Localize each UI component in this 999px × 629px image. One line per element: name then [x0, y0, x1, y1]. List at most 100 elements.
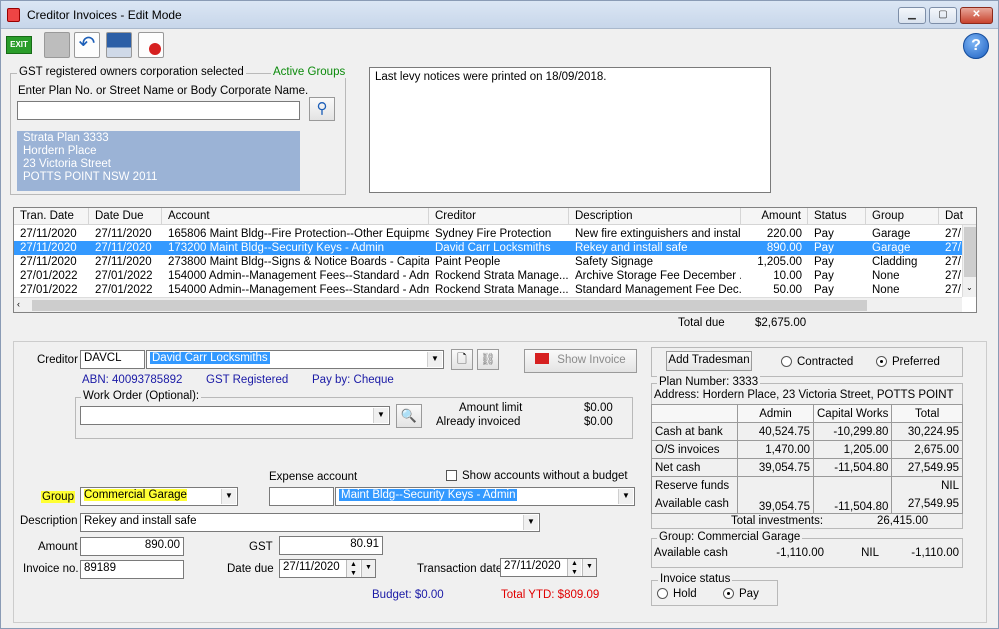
cell: Garage [872, 242, 911, 254]
scroll-thumb[interactable] [964, 227, 976, 277]
document-icon[interactable]: 🗋 [451, 349, 473, 370]
work-order-combo[interactable]: ▼ [80, 406, 390, 425]
delete-icon[interactable] [138, 32, 164, 58]
pay-by-label: Pay by: Cheque [312, 374, 394, 386]
show-invoice-button[interactable]: Show Invoice [524, 349, 637, 373]
vertical-scrollbar[interactable]: ⌄ [962, 225, 976, 297]
creditor-code-input[interactable]: DAVCL [80, 350, 145, 369]
chevron-down-icon[interactable]: ▼ [361, 560, 375, 577]
plan-address-label: Address: Hordern Place, 23 Victoria Stre… [654, 389, 954, 401]
cell: 27,549.95 [891, 458, 963, 477]
creditor-name-combo[interactable]: David Carr Locksmiths ▼ [146, 350, 444, 369]
date-due-picker[interactable]: 27/11/2020 ▲ ▼ ▼ [279, 559, 376, 578]
contracted-radio[interactable]: Contracted [781, 356, 853, 368]
cell: 27/11/2020 [20, 256, 77, 268]
chevron-down-icon[interactable]: ▼ [221, 489, 236, 504]
transaction-date-picker[interactable]: 27/11/2020 ▲ ▼ ▼ [500, 558, 597, 577]
maximize-button[interactable]: ▢ [929, 7, 957, 24]
group-value: Commercial Garage [84, 489, 187, 501]
cell: Pay [814, 256, 834, 268]
plan-search-input[interactable] [17, 101, 300, 120]
new-document-icon[interactable] [44, 32, 70, 58]
undo-icon[interactable]: ↶ [74, 32, 100, 58]
gst-legend: GST registered owners corporation select… [17, 66, 246, 78]
table-row[interactable]: 27/11/2020 27/11/2020 273800 Maint Bldg-… [14, 255, 976, 269]
cell: 27/11/2020 [95, 242, 152, 254]
cell: Pay [814, 284, 834, 296]
preferred-radio[interactable]: Preferred [876, 356, 940, 368]
col-header-description[interactable]: Description [569, 208, 741, 225]
table-row[interactable]: 27/01/2022 27/01/2022 154000 Admin--Mana… [14, 283, 976, 297]
cell: Garage [872, 228, 911, 240]
add-tradesman-button[interactable]: Add Tradesman [666, 351, 752, 371]
chevron-down-icon[interactable]: ▼ [618, 489, 633, 504]
plan-number-label: Plan Number: 3333 [657, 376, 761, 388]
col-header-group[interactable]: Group [866, 208, 939, 225]
description-combo[interactable]: Rekey and install safe ▼ [80, 513, 540, 532]
chevron-down-icon[interactable]: ▼ [427, 352, 442, 367]
cell: 1,205.00 [757, 256, 802, 268]
radio-icon[interactable] [781, 356, 792, 367]
cell: David Carr Locksmiths [435, 242, 551, 254]
chevron-down-icon[interactable]: ⌄ [966, 283, 973, 292]
col-header-amount[interactable]: Amount [741, 208, 808, 225]
admin-header: Admin [737, 404, 814, 423]
radio-selected-icon[interactable] [876, 356, 887, 367]
creditor-name-value: David Carr Locksmiths [150, 352, 270, 364]
title-bar: Creditor Invoices - Edit Mode ▁ ▢ ✕ [1, 1, 998, 29]
show-accounts-checkbox[interactable]: Show accounts without a budget [446, 470, 628, 482]
cell: -10,299.80 [812, 422, 893, 441]
col-header-date-due[interactable]: Date Due [89, 208, 162, 225]
table-row[interactable]: 27/01/2022 27/01/2022 154000 Admin--Mana… [14, 269, 976, 283]
expense-account-combo[interactable]: Maint Bldg--Security Keys - Admin ▼ [335, 487, 635, 506]
close-button[interactable]: ✕ [960, 7, 993, 24]
invoice-no-input[interactable]: 89189 [80, 560, 184, 579]
pay-radio[interactable]: Pay [723, 588, 759, 600]
search-icon[interactable]: ⚲ [309, 97, 335, 121]
chevron-down-icon[interactable]: ▼ [582, 559, 596, 576]
cell: 27/ [945, 270, 961, 282]
col-header-creditor[interactable]: Creditor [429, 208, 569, 225]
horizontal-scrollbar[interactable]: ‹ [14, 297, 962, 312]
expense-code-input[interactable] [269, 487, 334, 506]
col-header-date[interactable]: Dat [939, 208, 976, 225]
cell: 27/01/2022 [95, 270, 153, 282]
scroll-thumb[interactable] [32, 300, 867, 311]
cell: Standard Management Fee Dec... [575, 284, 741, 296]
col-header-tran-date[interactable]: Tran. Date [14, 208, 89, 225]
gst-input[interactable]: 80.91 [279, 536, 383, 555]
exit-button[interactable]: EXIT [6, 36, 32, 54]
notes-area[interactable]: Last levy notices were printed on 18/09/… [369, 67, 771, 193]
row-label: Cash at bank [651, 422, 738, 441]
radio-icon[interactable] [657, 588, 668, 599]
abn-label: ABN: 40093785892 [82, 374, 183, 386]
help-icon[interactable]: ? [963, 33, 989, 59]
chevron-left-icon[interactable]: ‹ [17, 299, 20, 309]
radio-selected-icon[interactable] [723, 588, 734, 599]
reserve-available-total: NIL 27,549.95 [891, 476, 963, 514]
row-label: O/S invoices [651, 440, 738, 459]
cell: 27/ [945, 228, 961, 240]
active-groups-link[interactable]: Active Groups [271, 66, 348, 78]
table-row-selected[interactable]: 27/11/2020 27/11/2020 173200 Maint Bldg-… [14, 241, 976, 255]
save-icon[interactable] [106, 32, 132, 58]
invoice-no-label: Invoice no. [23, 563, 79, 575]
cell: 40,524.75 [737, 422, 814, 441]
link-icon[interactable]: ⛓ [477, 349, 499, 370]
chevron-down-icon[interactable]: ▼ [373, 408, 388, 423]
col-header-account[interactable]: Account [162, 208, 429, 225]
description-label: Description [20, 515, 78, 527]
minimize-button[interactable]: ▁ [898, 7, 926, 24]
col-header-status[interactable]: Status [808, 208, 866, 225]
cell: 27/11/2020 [95, 256, 152, 268]
group-combo[interactable]: Commercial Garage ▼ [80, 487, 238, 506]
table-row[interactable]: 27/11/2020 27/11/2020 165806 Maint Bldg-… [14, 227, 976, 241]
spin-updown-icon[interactable]: ▲ ▼ [346, 560, 360, 577]
spin-updown-icon[interactable]: ▲ ▼ [567, 559, 581, 576]
amount-limit-value: $0.00 [584, 402, 613, 414]
amount-input[interactable]: 890.00 [80, 537, 184, 556]
checkbox-icon[interactable] [446, 470, 457, 481]
work-order-search-icon[interactable]: 🔍 [396, 404, 422, 428]
hold-radio[interactable]: Hold [657, 588, 697, 600]
chevron-down-icon[interactable]: ▼ [523, 515, 538, 530]
